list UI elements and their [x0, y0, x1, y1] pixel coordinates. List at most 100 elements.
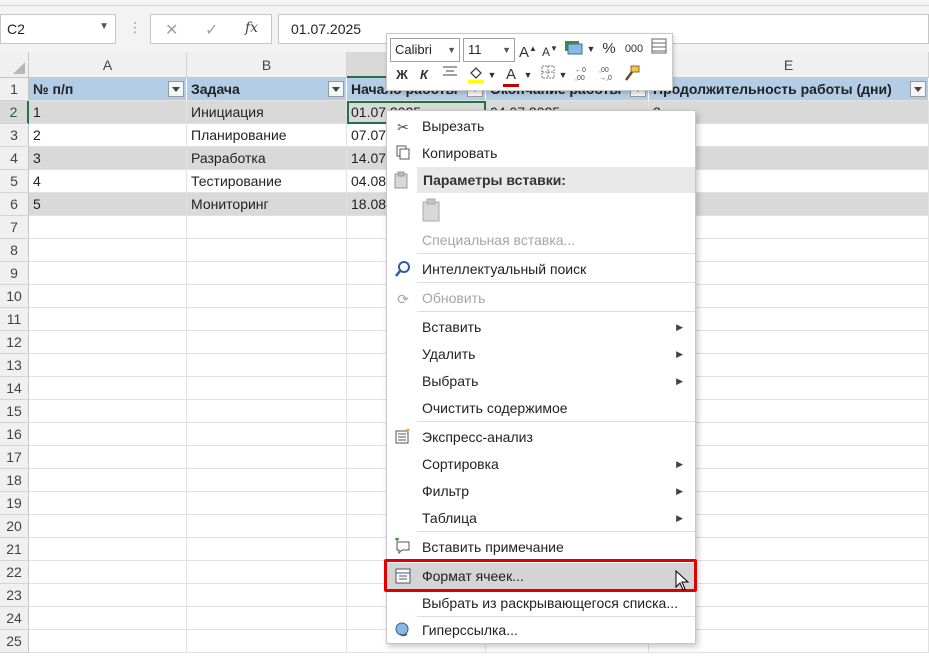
- percent-button[interactable]: %: [599, 38, 619, 62]
- cell[interactable]: Разработка: [187, 147, 347, 170]
- font-size-select[interactable]: 11 ▼: [463, 38, 515, 62]
- row-header-7[interactable]: 7: [0, 216, 29, 239]
- row-header-8[interactable]: 8: [0, 239, 29, 262]
- insert-function-icon[interactable]: fx: [245, 20, 258, 36]
- thousands-button[interactable]: 000: [621, 38, 647, 62]
- cell[interactable]: [29, 538, 187, 561]
- chevron-down-icon[interactable]: ▼: [523, 64, 533, 88]
- cancel-icon[interactable]: ✕: [165, 20, 178, 40]
- cell[interactable]: Инициация: [187, 101, 347, 124]
- cell[interactable]: [29, 331, 187, 354]
- cell[interactable]: [29, 469, 187, 492]
- row-header-23[interactable]: 23: [0, 584, 29, 607]
- filter-dropdown-icon[interactable]: [910, 81, 926, 97]
- row-header-16[interactable]: 16: [0, 423, 29, 446]
- cell[interactable]: 4: [29, 170, 187, 193]
- menu-item-copy[interactable]: Копировать: [387, 140, 695, 167]
- cell[interactable]: [29, 239, 187, 262]
- menu-item-select[interactable]: Выбрать ▶: [387, 368, 695, 395]
- chevron-down-icon[interactable]: ▼: [586, 38, 596, 62]
- cell[interactable]: [29, 607, 187, 630]
- number-format-button[interactable]: [563, 38, 585, 62]
- cell[interactable]: [187, 584, 347, 607]
- column-header-b[interactable]: B: [187, 52, 347, 78]
- menu-item-refresh[interactable]: ⟳ Обновить: [387, 285, 695, 312]
- cell[interactable]: 5: [29, 193, 187, 216]
- cell[interactable]: Планирование: [187, 124, 347, 147]
- row-header-24[interactable]: 24: [0, 607, 29, 630]
- cell[interactable]: [29, 630, 187, 653]
- cell[interactable]: [29, 262, 187, 285]
- column-header-a[interactable]: A: [29, 52, 187, 78]
- enter-icon[interactable]: ✓: [205, 20, 218, 40]
- borders-button[interactable]: [539, 64, 557, 88]
- cell[interactable]: [187, 630, 347, 653]
- font-color-button[interactable]: A: [501, 64, 521, 88]
- fill-color-button[interactable]: [465, 64, 487, 88]
- format-painter-button[interactable]: [621, 64, 643, 88]
- row-header-18[interactable]: 18: [0, 469, 29, 492]
- row-header-3[interactable]: 3: [0, 124, 29, 147]
- cell[interactable]: Мониторинг: [187, 193, 347, 216]
- cell[interactable]: [29, 561, 187, 584]
- row-header-17[interactable]: 17: [0, 446, 29, 469]
- row-header-11[interactable]: 11: [0, 308, 29, 331]
- table-header-cell[interactable]: Продолжительность работы (дни): [649, 78, 929, 101]
- menu-item-insert-comment[interactable]: Вставить примечание: [387, 534, 695, 561]
- cell[interactable]: [29, 400, 187, 423]
- decrease-decimal-button[interactable]: ,00 →,0: [597, 64, 619, 88]
- bold-button[interactable]: Ж: [393, 64, 411, 88]
- cell[interactable]: [187, 262, 347, 285]
- cell[interactable]: [187, 607, 347, 630]
- cell[interactable]: [29, 216, 187, 239]
- cell[interactable]: [187, 377, 347, 400]
- column-header-e[interactable]: E: [649, 52, 929, 78]
- table-header-cell[interactable]: Задача: [187, 78, 347, 101]
- row-header-10[interactable]: 10: [0, 285, 29, 308]
- row-header-25[interactable]: 25: [0, 630, 29, 653]
- row-header-22[interactable]: 22: [0, 561, 29, 584]
- row-header-12[interactable]: 12: [0, 331, 29, 354]
- menu-item-cut[interactable]: ✂ Вырезать: [387, 113, 695, 140]
- menu-item-filter[interactable]: Фильтр ▶: [387, 478, 695, 505]
- row-header-9[interactable]: 9: [0, 262, 29, 285]
- cell[interactable]: [29, 492, 187, 515]
- cell[interactable]: [29, 354, 187, 377]
- row-header-14[interactable]: 14: [0, 377, 29, 400]
- paste-option-icon[interactable]: [421, 197, 443, 223]
- cell[interactable]: [187, 285, 347, 308]
- cell[interactable]: [187, 538, 347, 561]
- cell[interactable]: [29, 515, 187, 538]
- cell[interactable]: [29, 285, 187, 308]
- row-header-21[interactable]: 21: [0, 538, 29, 561]
- cell[interactable]: 1: [29, 101, 187, 124]
- chevron-down-icon[interactable]: ▼: [99, 21, 109, 32]
- row-header-1[interactable]: 1: [0, 78, 29, 101]
- menu-item-insert[interactable]: Вставить ▶: [387, 314, 695, 341]
- font-name-select[interactable]: Calibri ▼: [390, 38, 460, 62]
- row-header-19[interactable]: 19: [0, 492, 29, 515]
- cell[interactable]: [187, 561, 347, 584]
- menu-item-hyperlink[interactable]: Гиперссылка...: [387, 617, 695, 644]
- filter-dropdown-icon[interactable]: [328, 81, 344, 97]
- menu-item-paste-special[interactable]: Специальная вставка...: [387, 227, 695, 254]
- cell[interactable]: [187, 423, 347, 446]
- menu-item-delete[interactable]: Удалить ▶: [387, 341, 695, 368]
- menu-item-smart-lookup[interactable]: Интеллектуальный поиск: [387, 256, 695, 283]
- row-header-5[interactable]: 5: [0, 170, 29, 193]
- cell[interactable]: [187, 331, 347, 354]
- menu-item-clear-contents[interactable]: Очистить содержимое: [387, 395, 695, 422]
- chevron-down-icon[interactable]: ▼: [558, 64, 568, 88]
- row-header-4[interactable]: 4: [0, 147, 29, 170]
- table-header-cell[interactable]: № п/п: [29, 78, 187, 101]
- cell[interactable]: [29, 446, 187, 469]
- cell[interactable]: [29, 423, 187, 446]
- align-center-button[interactable]: [439, 64, 461, 88]
- cell[interactable]: [187, 216, 347, 239]
- row-header-15[interactable]: 15: [0, 400, 29, 423]
- cell[interactable]: [187, 308, 347, 331]
- shrink-font-button[interactable]: A▼: [541, 38, 559, 62]
- chevron-down-icon[interactable]: ▼: [487, 64, 497, 88]
- select-all-corner[interactable]: [0, 52, 29, 78]
- name-box[interactable]: C2 ▼: [0, 14, 116, 44]
